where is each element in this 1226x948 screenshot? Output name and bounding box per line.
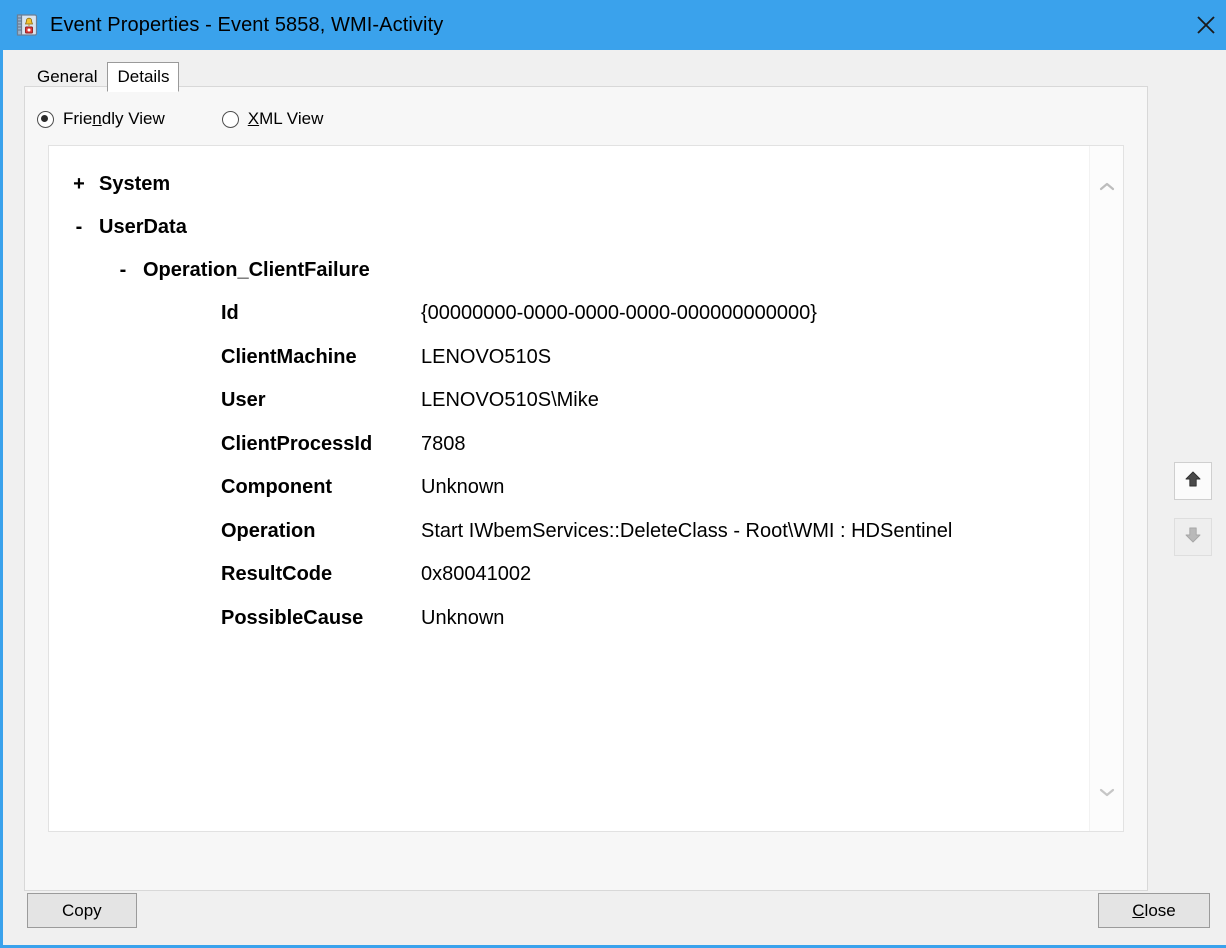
table-row: Id {00000000-0000-0000-0000-000000000000…	[49, 302, 1089, 346]
radio-xml-view-mark	[221, 110, 239, 128]
tab-details[interactable]: Details	[107, 62, 180, 92]
property-name: Id	[221, 302, 239, 324]
chevron-up-icon[interactable]	[1090, 170, 1123, 204]
details-panel: Friendly View XML View + System - UserDa…	[24, 86, 1148, 891]
radio-friendly-view[interactable]: Friendly View	[37, 109, 165, 129]
table-row: ResultCode 0x80041002	[49, 563, 1089, 607]
tree-node-operation-clientfailure[interactable]: - Operation_ClientFailure	[49, 259, 1089, 302]
radio-xml-view[interactable]: XML View	[221, 109, 324, 129]
property-value: Unknown	[421, 606, 505, 629]
property-name: ClientProcessId	[221, 432, 373, 455]
event-log-icon	[16, 14, 38, 36]
copy-button[interactable]: Copy	[27, 893, 137, 928]
table-row: ClientProcessId 7808	[49, 433, 1089, 477]
window-title: Event Properties - Event 5858, WMI-Activ…	[50, 13, 444, 36]
collapser-icon[interactable]: -	[113, 259, 133, 282]
table-row: User LENOVO510S\Mike	[49, 389, 1089, 433]
property-name: ResultCode	[221, 563, 333, 585]
client-area: General Details Friendly View XML View +…	[6, 50, 1226, 945]
close-button[interactable]: Close	[1098, 893, 1210, 928]
close-icon[interactable]	[1183, 0, 1226, 50]
table-row: Operation Start IWbemServices::DeleteCla…	[49, 520, 1089, 564]
vertical-scrollbar[interactable]	[1089, 146, 1123, 831]
tree-node-system[interactable]: + System	[49, 173, 1089, 216]
arrow-down-icon	[1183, 525, 1203, 550]
property-value: LENOVO510S\Mike	[421, 389, 599, 411]
tree-node-label: UserData	[99, 216, 187, 238]
property-value: 7808	[421, 432, 466, 455]
previous-event-button[interactable]	[1174, 462, 1212, 500]
tree-node-label: Operation_ClientFailure	[143, 259, 370, 281]
event-detail-tree: + System - UserData - Operation_ClientFa…	[49, 146, 1089, 650]
next-event-button[interactable]	[1174, 518, 1212, 556]
tree-node-userdata[interactable]: - UserData	[49, 216, 1089, 259]
view-mode-radio-group: Friendly View XML View	[37, 109, 380, 129]
radio-friendly-view-mark	[37, 110, 54, 128]
property-name: PossibleCause	[221, 606, 364, 629]
property-value: Unknown	[421, 476, 505, 498]
table-row: PossibleCause Unknown	[49, 607, 1089, 651]
close-button-label: Close	[1132, 900, 1176, 920]
copy-button-label: Copy	[62, 900, 102, 920]
property-name: User	[221, 389, 266, 411]
collapser-icon[interactable]: -	[69, 216, 89, 239]
title-bar: Event Properties - Event 5858, WMI-Activ…	[3, 0, 1226, 50]
tree-node-label: System	[99, 173, 171, 195]
property-value: 0x80041002	[421, 563, 532, 585]
property-name: Component	[221, 476, 333, 498]
event-properties-window: Event Properties - Event 5858, WMI-Activ…	[0, 0, 1226, 948]
table-row: ClientMachine LENOVO510S	[49, 346, 1089, 390]
property-value: {00000000-0000-0000-0000-000000000000}	[421, 302, 817, 324]
chevron-down-icon[interactable]	[1090, 775, 1123, 809]
property-value: Start IWbemServices::DeleteClass - Root\…	[421, 519, 953, 542]
event-details-content: + System - UserData - Operation_ClientFa…	[48, 145, 1124, 832]
table-row: Component Unknown	[49, 476, 1089, 520]
expander-icon[interactable]: +	[69, 173, 89, 196]
property-name: ClientMachine	[221, 345, 357, 368]
radio-friendly-view-label: Friendly View	[63, 109, 165, 128]
property-value: LENOVO510S	[421, 345, 552, 368]
arrow-up-icon	[1183, 469, 1203, 494]
radio-xml-view-label: XML View	[247, 109, 324, 128]
property-name: Operation	[221, 519, 316, 542]
